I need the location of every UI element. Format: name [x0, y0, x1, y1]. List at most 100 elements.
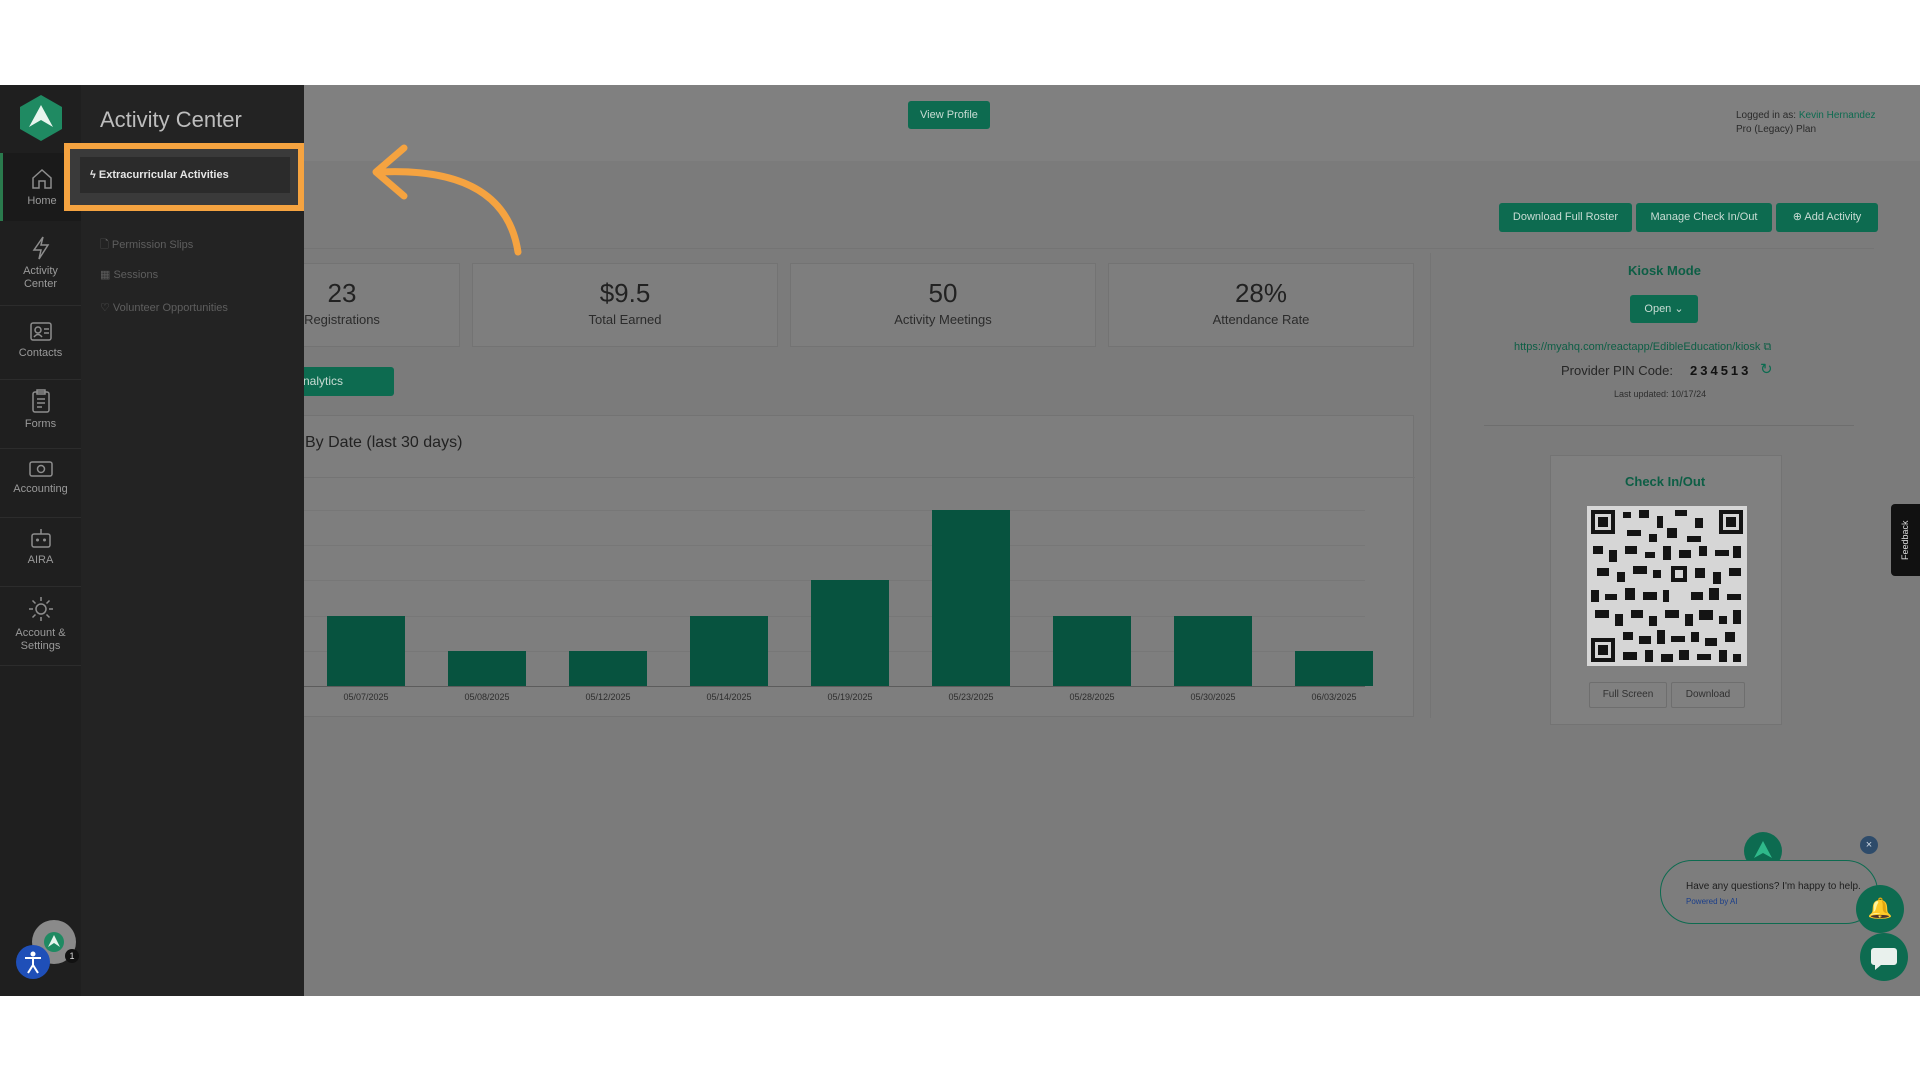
feedback-tab[interactable]: Feedback: [1891, 504, 1920, 576]
chart-x-tick-label: 05/12/2025: [585, 692, 631, 702]
chart-bar[interactable]: [448, 650, 526, 686]
panel-item-volunteer-opportunities[interactable]: ♡ Volunteer Opportunities: [100, 301, 228, 314]
chat-open-button[interactable]: [1860, 933, 1908, 981]
chart-x-tick-label: 06/03/2025: [1311, 692, 1357, 702]
chat-close-icon[interactable]: ×: [1860, 836, 1878, 854]
open-label: Open: [1644, 303, 1672, 315]
robot-icon: [30, 529, 51, 548]
stat-card-total-earned: $9.5 Total Earned: [472, 263, 778, 347]
accessibility-button[interactable]: [16, 945, 50, 979]
last-updated: Last updated: 10/17/24: [1614, 389, 1707, 399]
kiosk-mode-title: Kiosk Mode: [1628, 263, 1701, 278]
nav-account-settings-label: Account & Settings: [15, 627, 66, 652]
checkin-title: Check In/Out: [1625, 474, 1706, 489]
checkin-card: Check In/Out Full Screen Download: [1550, 455, 1782, 725]
chat-icon: [1871, 948, 1897, 970]
rail-divider: [0, 517, 81, 518]
stat-value: 50: [928, 278, 958, 308]
chart-bar[interactable]: [690, 615, 768, 686]
stat-label: Total Earned: [588, 312, 662, 327]
stat-label: Attendance Rate: [1212, 312, 1310, 327]
chart-bar[interactable]: [811, 580, 889, 686]
stat-label: Activity Meetings: [894, 312, 992, 327]
nav-account-settings[interactable]: Account & Settings: [0, 595, 81, 665]
nav-forms-label: Forms: [24, 418, 57, 430]
kiosk-open-dropdown[interactable]: Open ⌄: [1630, 295, 1698, 323]
chart-gridline: [265, 545, 1365, 547]
bar-chart: 05/07/2025 05/08/2025 05/12/2025 05/14/2025…: [225, 416, 1415, 718]
kiosk-divider: [1484, 425, 1854, 426]
nav-accounting[interactable]: Accounting: [0, 457, 81, 517]
right-column-divider: [1430, 253, 1431, 718]
chart-bar[interactable]: [1053, 615, 1131, 686]
nav-activity-center[interactable]: Activity Center: [0, 235, 81, 305]
chart-bar[interactable]: [1295, 650, 1373, 686]
rail-divider: [0, 379, 81, 380]
chart-bar[interactable]: [932, 510, 1010, 686]
notification-bell-button[interactable]: 🔔: [1856, 885, 1904, 933]
rail-divider: [0, 665, 81, 666]
clipboard-icon: [31, 389, 50, 413]
chart-bar[interactable]: [569, 650, 647, 686]
chart-x-axis: [265, 686, 1365, 687]
add-activity-label: Add Activity: [1804, 211, 1862, 223]
rail-divider: [0, 305, 81, 306]
chat-powered-by: Powered by AI: [1686, 897, 1738, 906]
nav-aira[interactable]: AIRA: [0, 526, 81, 586]
nav-contacts-label: Contacts: [18, 347, 63, 359]
activity-center-panel: Activity Center 🗋 Permission Slips ▦ Ses…: [81, 85, 304, 996]
panel-item-label: Sessions: [113, 269, 159, 281]
panel-item-sessions[interactable]: ▦ Sessions: [100, 268, 158, 281]
icon-rail: Home Activity Center Contacts Forms Acco…: [0, 85, 81, 996]
nav-accounting-label: Accounting: [13, 483, 68, 495]
chat-prompt-bubble[interactable]: Have any questions? I'm happy to help. P…: [1660, 860, 1878, 924]
app-window: View Profile Logged in as: Kevin Hernand…: [0, 85, 1920, 996]
panel-item-active-label: Extracurricular Activities: [98, 169, 229, 181]
qr-download-button[interactable]: Download: [1671, 682, 1745, 708]
panel-item-permission-slips[interactable]: 🗋 Permission Slips: [100, 236, 193, 255]
heart-icon: ♡: [100, 302, 113, 314]
cash-icon: [28, 461, 53, 477]
kiosk-url-text: https://myahq.com/reactapp/EdibleEducati…: [1514, 341, 1761, 353]
refresh-icon[interactable]: ↻: [1760, 360, 1773, 378]
home-icon: [32, 168, 52, 189]
add-activity-button[interactable]: ⊕ Add Activity: [1776, 203, 1878, 232]
document-icon: 🗋: [100, 239, 112, 251]
stat-card-attendance-rate: 28% Attendance Rate: [1108, 263, 1414, 347]
nav-aira-label: AIRA: [27, 554, 54, 566]
nav-forms[interactable]: Forms: [0, 388, 81, 448]
stat-value: $9.5: [599, 278, 651, 308]
copy-icon[interactable]: ⧉: [1763, 341, 1771, 353]
contacts-icon: [29, 322, 52, 341]
chart-bar[interactable]: [1174, 615, 1252, 686]
rail-divider: [0, 448, 81, 449]
chart-x-tick-label: 05/28/2025: [1069, 692, 1115, 702]
chart-x-tick-label: 05/23/2025: [948, 692, 994, 702]
panel-item-label: Volunteer Opportunities: [112, 302, 228, 314]
notification-count-badge: 1: [65, 949, 79, 963]
panel-item-label: Permission Slips: [111, 239, 194, 251]
nav-contacts[interactable]: Contacts: [0, 319, 81, 379]
chart-bar[interactable]: [327, 615, 405, 686]
view-profile-button[interactable]: View Profile: [908, 101, 990, 129]
main-content: View Profile Logged in as: Kevin Hernand…: [224, 85, 1920, 996]
pin-label: Provider PIN Code:: [1561, 363, 1673, 378]
full-screen-button[interactable]: Full Screen: [1589, 682, 1667, 708]
login-info: Logged in as: Kevin Hernandez Pro (Legac…: [1736, 109, 1876, 137]
panel-item-extracurricular-activities[interactable]: ϟ Extracurricular Activities: [80, 157, 290, 193]
plan-label: Pro (Legacy) Plan: [1736, 124, 1817, 135]
chevron-down-icon: ⌄: [1674, 303, 1684, 315]
accessibility-icon: [25, 951, 41, 974]
chat-question: Have any questions? I'm happy to help.: [1686, 881, 1861, 892]
kiosk-url-link[interactable]: https://myahq.com/reactapp/EdibleEducati…: [1514, 341, 1771, 354]
logged-in-prefix: Logged in as:: [1736, 110, 1797, 121]
manage-checkin-button[interactable]: Manage Check In/Out: [1636, 203, 1772, 232]
pin-code: 234513: [1690, 363, 1752, 378]
user-name-link[interactable]: Kevin Hernandez: [1799, 110, 1876, 121]
nav-activity-center-label: Activity Center: [23, 265, 58, 290]
top-bar: View Profile Logged in as: Kevin Hernand…: [304, 85, 1920, 161]
download-roster-button[interactable]: Download Full Roster: [1499, 203, 1632, 232]
app-logo-icon[interactable]: [20, 95, 62, 141]
nav-home-label: Home: [27, 195, 57, 207]
plus-circle-icon: ⊕: [1792, 211, 1805, 223]
